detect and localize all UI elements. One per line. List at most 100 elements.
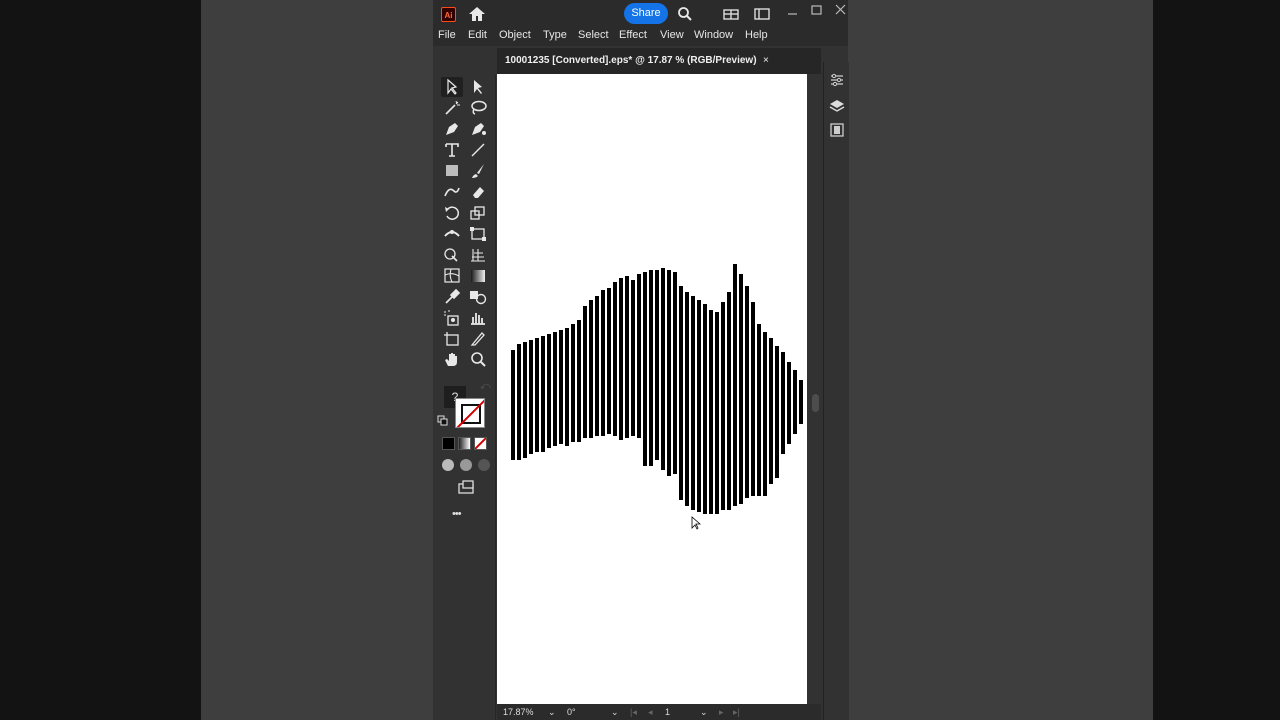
close-icon[interactable] <box>833 2 849 18</box>
gradient-mode-icon[interactable] <box>458 437 471 450</box>
draw-inside-icon[interactable] <box>478 459 490 471</box>
rotation-value[interactable]: 0° <box>567 707 576 717</box>
zoom-dropdown-icon[interactable]: ⌄ <box>548 707 556 718</box>
menu-select[interactable]: Select <box>578 29 609 41</box>
stripe <box>781 352 785 454</box>
layers-icon[interactable] <box>829 98 845 114</box>
zoom-level[interactable]: 17.87% <box>503 707 534 717</box>
stripe <box>667 270 671 476</box>
stripe <box>511 350 515 460</box>
menu-file[interactable]: File <box>438 29 456 41</box>
stripe <box>637 274 641 438</box>
scale-tool-icon[interactable] <box>467 203 489 223</box>
artboard[interactable] <box>497 74 807 704</box>
menu-help[interactable]: Help <box>745 29 768 41</box>
minimize-icon[interactable] <box>785 6 801 22</box>
menu-object[interactable]: Object <box>499 29 531 41</box>
stripe <box>589 300 593 438</box>
line-segment-icon[interactable] <box>467 140 489 160</box>
edit-toolbar-button[interactable]: ••• <box>452 508 462 520</box>
stripe <box>643 272 647 466</box>
gradient-tool-icon[interactable] <box>467 266 489 286</box>
default-fill-stroke-icon[interactable] <box>437 415 449 427</box>
stripe <box>595 296 599 436</box>
screen-mode-icon[interactable] <box>455 478 477 498</box>
stripe <box>631 280 635 436</box>
stripe <box>745 286 749 498</box>
shaper-tool-icon[interactable] <box>441 182 463 202</box>
pen-tool-icon[interactable] <box>441 119 463 139</box>
arrange-documents-icon[interactable] <box>723 6 739 22</box>
paintbrush-icon[interactable] <box>467 161 489 181</box>
symbol-sprayer-icon[interactable] <box>441 308 463 328</box>
menu-window[interactable]: Window <box>694 29 733 41</box>
stripe <box>571 324 575 442</box>
maximize-icon[interactable] <box>809 3 825 19</box>
column-graph-icon[interactable] <box>467 308 489 328</box>
stripe <box>607 288 611 434</box>
eyedropper-icon[interactable] <box>441 287 463 307</box>
home-icon[interactable] <box>467 5 487 23</box>
stripe <box>709 310 713 514</box>
menu-effect[interactable]: Effect <box>619 29 647 41</box>
share-button[interactable]: Share <box>624 3 668 24</box>
hand-tool-icon[interactable] <box>441 350 463 370</box>
menu-type[interactable]: Type <box>543 29 567 41</box>
stripe <box>697 300 701 512</box>
rectangle-tool-icon[interactable] <box>441 161 463 181</box>
illustrator-window: Ai Share File Edit Object Type Select Ef… <box>433 0 849 720</box>
first-artboard-icon[interactable]: |◂ <box>630 707 637 718</box>
background-left <box>0 0 201 720</box>
shape-builder-icon[interactable] <box>441 245 463 265</box>
stripe <box>535 338 539 452</box>
last-artboard-icon[interactable]: ▸| <box>733 707 740 718</box>
rotation-dropdown-icon[interactable]: ⌄ <box>611 707 619 718</box>
vertical-scrollbar[interactable] <box>809 74 821 704</box>
mouse-cursor-icon <box>691 516 701 530</box>
artboard-number[interactable]: 1 <box>665 707 670 717</box>
draw-behind-icon[interactable] <box>460 459 472 471</box>
eraser-icon[interactable] <box>467 182 489 202</box>
close-tab-button[interactable]: × <box>763 48 769 74</box>
stripe <box>793 370 797 434</box>
artboard-dropdown-icon[interactable]: ⌄ <box>700 707 708 718</box>
stroke-none-swatch[interactable] <box>455 398 485 428</box>
curvature-tool-icon[interactable] <box>467 119 489 139</box>
stripe <box>703 304 707 514</box>
zoom-tool-icon[interactable] <box>467 350 489 370</box>
workspace-icon[interactable] <box>754 6 770 22</box>
lasso-icon[interactable] <box>467 98 489 118</box>
stripe <box>583 306 587 438</box>
width-tool-icon[interactable] <box>441 224 463 244</box>
stripe <box>673 272 677 474</box>
stripe <box>739 274 743 504</box>
menu-edit[interactable]: Edit <box>468 29 487 41</box>
mesh-tool-icon[interactable] <box>441 266 463 286</box>
libraries-icon[interactable] <box>829 122 845 138</box>
blend-tool-icon[interactable] <box>467 287 489 307</box>
slice-tool-icon[interactable] <box>467 329 489 349</box>
none-mode-icon[interactable] <box>474 437 487 450</box>
perspective-grid-icon[interactable] <box>467 245 489 265</box>
scroll-thumb[interactable] <box>812 394 819 412</box>
magic-wand-icon[interactable] <box>441 98 463 118</box>
document-tab[interactable]: 10001235 [Converted].eps* @ 17.87 % (RGB… <box>505 48 757 74</box>
swap-fill-stroke-icon[interactable]: ⤺ <box>480 381 492 393</box>
stripe <box>619 278 623 440</box>
search-icon[interactable] <box>677 6 693 22</box>
menu-view[interactable]: View <box>660 29 684 41</box>
direct-selection-tool-icon[interactable] <box>467 77 489 97</box>
stripe <box>799 380 803 424</box>
next-artboard-icon[interactable]: ▸ <box>719 707 724 718</box>
type-tool-icon[interactable] <box>441 140 463 160</box>
artboard-tool-icon[interactable] <box>441 329 463 349</box>
draw-normal-icon[interactable] <box>442 459 454 471</box>
color-mode-icon[interactable] <box>442 437 455 450</box>
previous-artboard-icon[interactable]: ◂ <box>648 707 653 718</box>
stripe <box>649 270 653 466</box>
selection-tool-icon[interactable] <box>441 77 463 97</box>
rotate-tool-icon[interactable] <box>441 203 463 223</box>
properties-icon[interactable] <box>829 72 845 88</box>
background-blur-left <box>201 0 433 720</box>
free-transform-icon[interactable] <box>467 224 489 244</box>
